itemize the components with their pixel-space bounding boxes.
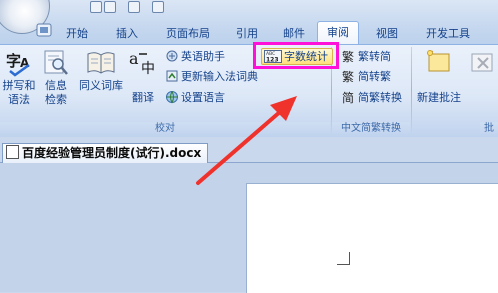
conversion-icon: 简 — [342, 91, 354, 104]
tab-developer[interactable]: 开发工具 — [420, 25, 476, 43]
undo-icon[interactable] — [90, 1, 102, 13]
new-comment-button[interactable]: 新建批注 — [414, 49, 464, 105]
chinese-conversion-group-label: 中文简繁转换 — [332, 122, 410, 135]
customize-qat-icon[interactable] — [152, 1, 164, 13]
tab-references[interactable]: 引用 — [232, 25, 262, 43]
delete-comment-icon — [471, 53, 493, 72]
tab-page-layout[interactable]: 页面布局 — [160, 25, 216, 43]
tab-insert[interactable]: 插入 — [112, 25, 142, 43]
set-language-button[interactable]: 设置语言 — [165, 90, 225, 106]
simp-trad-conversion-button[interactable]: 简 简繁转换 — [342, 90, 402, 106]
document-page[interactable] — [246, 183, 498, 293]
simp-to-trad-button[interactable]: 繁 简转繁 — [342, 69, 391, 85]
english-assistant-icon — [166, 50, 178, 62]
svg-text:繁: 繁 — [342, 69, 354, 83]
proofing-group-label: 校对 — [0, 122, 330, 135]
update-ime-label: 更新输入法词典 — [181, 70, 258, 83]
new-comment-icon — [427, 50, 450, 72]
set-language-label: 设置语言 — [181, 91, 225, 104]
new-comment-label: 新建批注 — [417, 91, 461, 104]
svg-text:a: a — [129, 49, 139, 68]
simp-to-trad-icon: 繁 — [342, 69, 354, 83]
thesaurus-icon — [87, 52, 115, 74]
tab-view[interactable]: 视图 — [372, 25, 402, 43]
trad-to-simp-icon: 繁 — [342, 49, 354, 63]
research-button[interactable]: 信息 检索 — [40, 49, 72, 107]
thesaurus-button[interactable]: 同义词库 — [76, 49, 126, 93]
translate-button[interactable]: a 中 翻译 — [128, 49, 158, 105]
document-tab-title: 百度经验管理员制度(试行).docx — [22, 146, 202, 160]
translate-label: 翻译 — [132, 91, 154, 104]
spelling-icon: 字 A — [6, 52, 30, 77]
tab-home[interactable]: 开始 — [62, 25, 92, 43]
spelling-grammar-button[interactable]: 字 A 拼写和 语法 — [0, 49, 38, 107]
group-divider — [411, 47, 412, 133]
margin-corner-mark — [337, 252, 350, 265]
english-assistant-button[interactable]: 英语助手 — [165, 49, 225, 65]
conversion-label: 简繁转换 — [358, 91, 402, 104]
research-label-line2: 检索 — [45, 93, 67, 106]
document-icon — [6, 145, 19, 159]
english-assistant-label: 英语助手 — [181, 50, 225, 63]
redo-icon[interactable] — [104, 1, 116, 13]
comments-group-label: 批 — [480, 122, 498, 135]
thesaurus-label: 同义词库 — [79, 79, 123, 92]
ribbon: 字 A 拼写和 语法 信息 检索 同义词库 a 中 翻译 英语助手 更新输入法词… — [0, 44, 498, 138]
delete-comment-button[interactable] — [468, 49, 498, 79]
spelling-label-line1: 拼写和 — [2, 79, 36, 92]
svg-text:繁: 繁 — [342, 49, 354, 63]
spelling-label-line2: 语法 — [8, 93, 30, 106]
save-icon[interactable] — [128, 1, 140, 13]
svg-text:中: 中 — [141, 61, 155, 77]
research-label-line1: 信息 — [45, 79, 67, 92]
svg-text:简: 简 — [342, 91, 354, 104]
simp-to-trad-label: 简转繁 — [358, 70, 391, 83]
tab-mailings[interactable]: 邮件 — [279, 25, 309, 43]
translate-icon: a 中 — [129, 49, 155, 77]
update-ime-dictionary-button[interactable]: 更新输入法词典 — [165, 69, 258, 85]
research-icon — [44, 50, 68, 75]
quick-access-toolbar — [46, 0, 216, 14]
update-ime-icon — [166, 70, 178, 82]
highlight-frame — [253, 42, 339, 69]
trad-to-simp-label: 繁转简 — [358, 50, 391, 63]
trad-to-simp-button[interactable]: 繁 繁转简 — [342, 49, 391, 65]
globe-icon — [166, 91, 178, 104]
ribbon-tabs: 开始 插入 页面布局 引用 邮件 审阅 视图 开发工具 — [32, 21, 498, 45]
svg-text:字: 字 — [6, 52, 21, 70]
document-tab[interactable]: 百度经验管理员制度(试行).docx — [2, 143, 209, 163]
